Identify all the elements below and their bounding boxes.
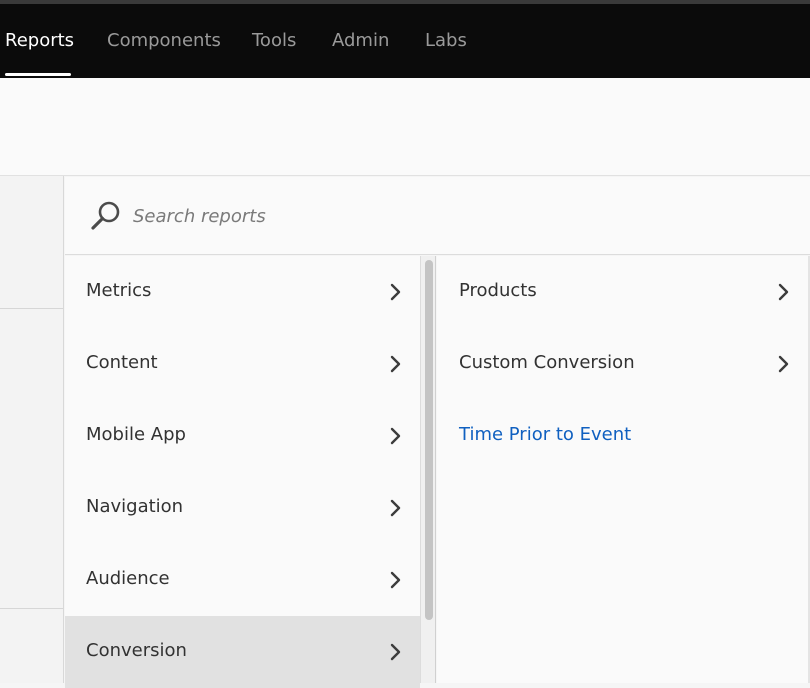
report-category-list: Metrics Content Mobile App Navigation Au…	[65, 256, 420, 688]
chevron-right-icon	[390, 643, 401, 661]
category-label: Content	[86, 352, 158, 373]
rail-divider	[0, 308, 63, 309]
subcategory-label: Products	[459, 280, 537, 301]
chevron-right-icon	[390, 427, 401, 445]
subcategory-item-products[interactable]: Products	[437, 256, 810, 328]
category-label: Conversion	[86, 640, 187, 661]
chevron-right-icon	[390, 355, 401, 373]
chevron-right-icon	[390, 499, 401, 517]
nav-tab-admin[interactable]: Admin	[332, 4, 389, 78]
category-item-conversion[interactable]: Conversion	[65, 616, 420, 688]
scrollbar-thumb[interactable]	[425, 260, 433, 620]
nav-tab-components[interactable]: Components	[107, 4, 221, 78]
nav-tab-reports[interactable]: Reports	[5, 4, 74, 78]
left-rail	[0, 176, 64, 683]
report-link-time-prior-to-event[interactable]: Time Prior to Event	[437, 400, 810, 472]
nav-tab-labs[interactable]: Labs	[425, 4, 467, 78]
header-band	[0, 78, 810, 176]
nav-tab-tools[interactable]: Tools	[252, 4, 296, 78]
search-bar	[65, 177, 810, 255]
category-item-metrics[interactable]: Metrics	[65, 256, 420, 328]
nav-active-indicator	[5, 73, 71, 76]
report-link-label: Time Prior to Event	[459, 424, 632, 445]
category-list-scrollbar[interactable]	[420, 256, 436, 683]
category-label: Navigation	[86, 496, 184, 517]
report-subcategory-list: Products Custom Conversion Time Prior to…	[437, 256, 810, 683]
category-label: Audience	[86, 568, 170, 589]
chevron-right-icon	[390, 283, 401, 301]
subcategory-item-custom-conversion[interactable]: Custom Conversion	[437, 328, 810, 400]
search-input[interactable]	[131, 199, 531, 233]
category-item-content[interactable]: Content	[65, 328, 420, 400]
category-item-navigation[interactable]: Navigation	[65, 472, 420, 544]
category-label: Metrics	[86, 280, 152, 301]
subcategory-label: Custom Conversion	[459, 352, 635, 373]
category-label: Mobile App	[86, 424, 186, 445]
category-item-audience[interactable]: Audience	[65, 544, 420, 616]
rail-divider	[0, 608, 63, 609]
category-item-mobile-app[interactable]: Mobile App	[65, 400, 420, 472]
chevron-right-icon	[778, 355, 789, 373]
chevron-right-icon	[778, 283, 789, 301]
top-navigation: Reports Components Tools Admin Labs	[0, 4, 810, 78]
search-icon	[91, 201, 120, 230]
chevron-right-icon	[390, 571, 401, 589]
